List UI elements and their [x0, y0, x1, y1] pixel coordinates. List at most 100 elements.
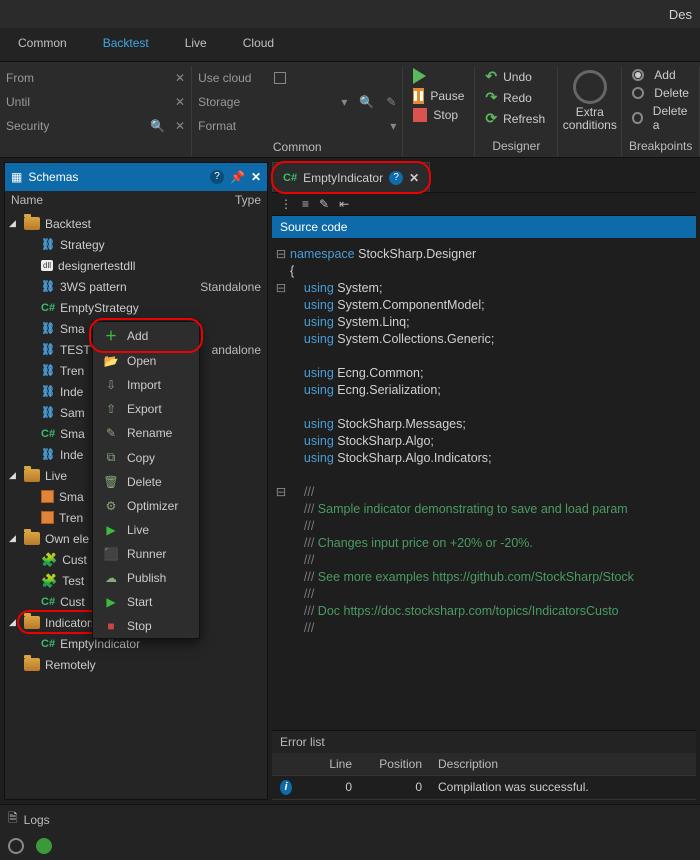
source-code-bar: Source code — [272, 216, 696, 238]
tree-item[interactable]: ⛓Strategy — [41, 234, 267, 255]
strategy-icon: ⛓ — [41, 280, 55, 293]
ribbon: From✕ Until✕ Security🔍✕ . Use cloud Stor… — [0, 62, 700, 158]
until-label: Until — [6, 95, 56, 109]
csharp-icon: C# — [41, 302, 55, 314]
menu-publish[interactable]: ☁Publish — [93, 566, 199, 590]
menu-start[interactable]: ▶Start — [93, 590, 199, 614]
ribbon-tabs: Common Backtest Live Cloud — [0, 28, 700, 62]
stop-button[interactable]: Stop — [409, 106, 468, 124]
document-tab[interactable]: C# EmptyIndicator ? ✕ — [272, 162, 430, 192]
toolbar-icon[interactable]: ⇤ — [339, 197, 349, 211]
document-tab-label: EmptyIndicator — [303, 171, 383, 185]
col-line[interactable]: Line — [300, 753, 360, 775]
tab-live[interactable]: Live — [167, 28, 225, 61]
usecloud-checkbox[interactable] — [274, 72, 286, 84]
toolbar-icon[interactable]: ✎ — [319, 197, 329, 211]
tree-node-remotely[interactable]: Remotely — [9, 654, 267, 675]
strategy-icon: ⛓ — [41, 322, 55, 335]
format-field[interactable] — [274, 116, 384, 136]
ribbon-group-designer-label: Designer — [481, 137, 551, 157]
schema-icon: ▦ — [11, 170, 22, 184]
col-type[interactable]: Type — [235, 193, 261, 209]
extra-conditions-label: Extraconditions — [563, 106, 617, 132]
error-row[interactable]: i 0 0 Compilation was successful. — [272, 776, 696, 800]
storage-search-icon[interactable]: 🔍 — [359, 95, 374, 109]
breakpoint-delete[interactable]: Delete — [628, 84, 693, 102]
tab-common[interactable]: Common — [0, 28, 85, 61]
folder-icon — [24, 616, 40, 629]
clear-until-icon[interactable]: ✕ — [175, 95, 185, 109]
toolbar-icon[interactable]: ⋮ — [280, 197, 292, 211]
help-icon[interactable]: ? — [389, 171, 403, 185]
tree-item[interactable]: dlldesignertestdll — [41, 255, 267, 276]
security-field[interactable] — [62, 116, 144, 136]
storage-edit-icon[interactable]: ✎ — [386, 95, 396, 109]
redo-button[interactable]: ↷Redo — [481, 87, 551, 108]
clear-from-icon[interactable]: ✕ — [175, 71, 185, 85]
col-name[interactable]: Name — [11, 193, 235, 209]
format-dropdown-icon[interactable]: ▾ — [390, 119, 396, 133]
menu-copy[interactable]: ⧉Copy — [93, 445, 199, 470]
until-field[interactable] — [62, 92, 169, 112]
plus-icon: ＋ — [103, 327, 119, 344]
refresh-button[interactable]: ⟳Refresh — [481, 108, 551, 129]
pause-button[interactable]: Pause — [409, 86, 468, 106]
menu-delete[interactable]: 🗑Delete — [93, 470, 199, 494]
help-icon[interactable]: ? — [210, 170, 224, 184]
tab-cloud[interactable]: Cloud — [225, 28, 292, 61]
logs-tab[interactable]: 🗎Logs — [0, 805, 700, 834]
csharp-icon: C# — [41, 596, 55, 608]
menu-live[interactable]: ▶Live — [93, 518, 199, 542]
puzzle-icon: 🧩 — [41, 552, 57, 568]
code-view[interactable]: ⊟namespace StockSharp.Designer{⊟ using S… — [272, 242, 696, 726]
strategy-icon: ⛓ — [41, 238, 55, 251]
status-dot[interactable] — [8, 838, 24, 854]
from-field[interactable] — [62, 68, 169, 88]
breakpoint-delete-all[interactable]: Delete a — [628, 102, 693, 134]
tree-item[interactable]: ⛓3WS patternStandalone — [41, 276, 267, 297]
logs-icon: 🗎 — [8, 809, 18, 830]
ribbon-group-breakpoints-label: Breakpoints — [628, 137, 693, 157]
tree-item[interactable]: C#EmptyStrategy — [41, 297, 267, 318]
pin-icon[interactable]: 📌 — [230, 170, 245, 184]
menu-optimizer[interactable]: ⚙Optimizer — [93, 494, 199, 518]
radio-icon — [632, 87, 644, 99]
extra-conditions-button[interactable] — [573, 70, 607, 104]
breakpoint-add[interactable]: Add — [628, 66, 693, 84]
ribbon-group-common-label: Common — [198, 138, 396, 158]
menu-open[interactable]: 📂Open — [93, 349, 199, 373]
undo-button[interactable]: ↶Undo — [481, 66, 551, 87]
rename-icon: ✎ — [103, 426, 119, 440]
start-button[interactable] — [409, 66, 468, 86]
title-text: Des — [669, 7, 692, 22]
radio-on-icon — [632, 69, 644, 81]
delete-icon: 🗑 — [103, 475, 119, 489]
close-panel-icon[interactable]: ✕ — [251, 170, 261, 184]
runner-icon: ⬛ — [103, 547, 119, 561]
storage-dropdown-icon[interactable]: ▾ — [341, 95, 347, 109]
security-search-icon[interactable]: 🔍 — [150, 119, 165, 133]
play-icon — [413, 68, 426, 84]
menu-rename[interactable]: ✎Rename — [93, 421, 199, 445]
bottom-bar: 🗎Logs — [0, 804, 700, 860]
menu-add[interactable]: ＋Add — [93, 322, 199, 349]
tab-backtest[interactable]: Backtest — [85, 28, 167, 61]
toolbar-icon[interactable]: ≡ — [302, 197, 309, 211]
storage-label: Storage — [198, 95, 268, 109]
storage-field[interactable] — [274, 92, 335, 112]
strategy-icon: ⛓ — [41, 385, 55, 398]
clear-security-icon[interactable]: ✕ — [175, 119, 185, 133]
col-position[interactable]: Position — [360, 753, 430, 775]
col-description[interactable]: Description — [430, 753, 696, 775]
close-tab-icon[interactable]: ✕ — [409, 171, 419, 185]
undo-icon: ↶ — [485, 68, 497, 85]
menu-runner[interactable]: ⬛Runner — [93, 542, 199, 566]
import-icon: ⇩ — [103, 378, 119, 392]
menu-export[interactable]: ⇧Export — [93, 397, 199, 421]
status-dot-add[interactable] — [36, 838, 52, 854]
format-label: Format — [198, 119, 268, 133]
tree-node-backtest[interactable]: ◢Backtest — [9, 213, 267, 234]
menu-import[interactable]: ⇩Import — [93, 373, 199, 397]
menu-stop[interactable]: ■Stop — [93, 614, 199, 638]
pause-icon — [413, 88, 424, 104]
